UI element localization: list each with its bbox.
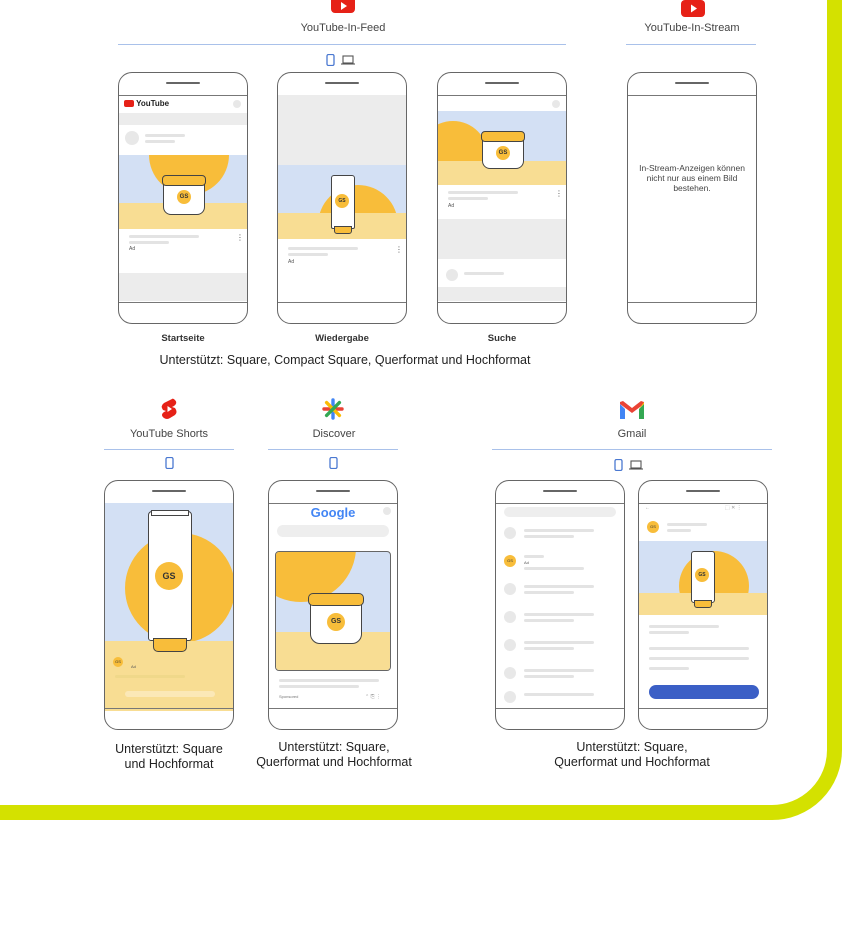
gmail-title: Gmail <box>617 428 647 440</box>
phone-startseite: YouTube GS Ad ⋮ <box>118 72 248 324</box>
device-icons-gmail <box>614 457 644 471</box>
phone-label-startseite: Startseite <box>161 333 205 344</box>
in-stream-message: In-Stream-Anzeigen können nicht nur aus … <box>639 163 745 193</box>
in-feed-title: YouTube-In-Feed <box>300 22 386 34</box>
phone-gmail-inbox: GS Ad <box>495 480 625 730</box>
product-jar: GS <box>162 175 206 215</box>
phone-gmail-open: ← ⬚ ✕ ⋮ GS GS <box>638 480 768 730</box>
discover-icon <box>322 398 344 420</box>
shorts-caption: Unterstützt: Square und Hochformat <box>115 742 223 771</box>
google-logo: Google <box>310 505 356 520</box>
product-tube: GS <box>331 175 355 234</box>
shorts-title: YouTube Shorts <box>129 428 209 440</box>
phone-icon <box>326 53 335 66</box>
youtube-icon <box>681 0 705 17</box>
laptop-icon <box>341 55 356 65</box>
gmail-cta-button <box>649 685 759 699</box>
product-tube: GS <box>691 551 715 608</box>
phone-wiedergabe: GS Ad ⋮ <box>277 72 407 324</box>
device-icons-in-feed <box>326 52 356 66</box>
phone-in-stream: In-Stream-Anzeigen können nicht nur aus … <box>627 72 757 324</box>
youtube-logo: YouTube <box>124 99 169 108</box>
phone-discover: Google GS Sponsored ⌃ ⎘ ⋮ <box>268 480 398 730</box>
product-tube: GS <box>148 510 192 652</box>
phone-icon <box>614 458 623 471</box>
discover-caption: Unterstützt: Square, Querformat und Hochf… <box>256 740 412 769</box>
laptop-icon <box>629 460 644 470</box>
gmail-caption: Unterstützt: Square, Querformat und Hochf… <box>554 740 710 769</box>
phone-label-wiedergabe: Wiedergabe <box>315 333 369 344</box>
product-jar: GS <box>308 593 364 644</box>
phone-shorts: GS GS Ad <box>104 480 234 730</box>
product-jar: GS <box>481 131 525 169</box>
gmail-icon <box>620 401 644 419</box>
shorts-rule <box>104 449 234 450</box>
phone-suche: GS Ad ⋮ <box>437 72 567 324</box>
youtube-shorts-icon <box>161 398 177 419</box>
in-feed-rule <box>118 44 566 45</box>
youtube-icon <box>331 0 355 13</box>
phone-icon <box>165 457 174 469</box>
in-stream-title: YouTube-In-Stream <box>644 22 740 34</box>
gmail-rule <box>492 449 772 450</box>
discover-title: Discover <box>312 428 356 440</box>
discover-rule <box>268 449 398 450</box>
in-stream-rule <box>626 44 756 45</box>
phone-icon <box>329 457 338 469</box>
in-feed-caption: Unterstützt: Square, Compact Square, Que… <box>159 353 531 367</box>
phone-label-suche: Suche <box>487 333 517 344</box>
